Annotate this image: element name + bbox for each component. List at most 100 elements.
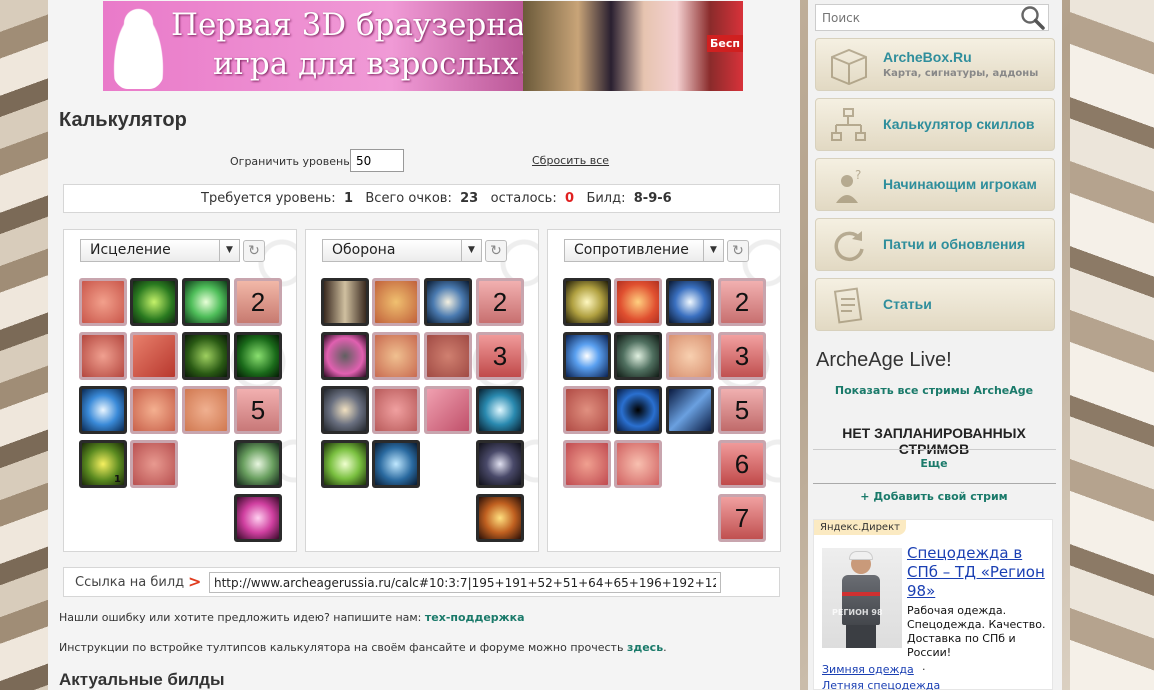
chevron-down-icon[interactable]: ▼ <box>461 240 481 261</box>
skill-slot[interactable] <box>372 440 420 488</box>
nav-articles[interactable]: Статьи <box>815 278 1055 331</box>
skill-tree-select[interactable]: Исцеление ▼ <box>80 239 240 262</box>
skill-rank-number: 5 <box>734 395 750 425</box>
worker-body <box>842 575 880 625</box>
skill-slot[interactable]: 7 <box>718 494 766 542</box>
embed-end: . <box>663 641 667 654</box>
skill-slot[interactable] <box>130 440 178 488</box>
skill-slot[interactable]: 5 <box>234 386 282 434</box>
points-left-value: 0 <box>564 191 575 206</box>
skill-slot[interactable] <box>563 386 611 434</box>
skill-slot[interactable]: 3 <box>718 332 766 380</box>
show-all-streams-link[interactable]: Показать все стримы ArcheAge <box>808 384 1060 397</box>
chevron-down-icon[interactable]: ▼ <box>219 240 239 261</box>
ad-title-link[interactable]: Спецодежда в СПб – ТД «Регион 98» <box>907 544 1051 601</box>
refresh-icon <box>834 231 864 262</box>
skill-slot[interactable] <box>563 332 611 380</box>
skill-slot[interactable] <box>234 494 282 542</box>
builds-heading: Актуальные билды <box>59 670 225 689</box>
skill-tree-name: Сопротивление <box>574 242 689 258</box>
skill-slot[interactable]: 2 <box>718 278 766 326</box>
skill-slot[interactable] <box>666 278 714 326</box>
nav-subtitle: Карта, сигнатуры, аддоны <box>883 68 1039 79</box>
skill-slot[interactable] <box>79 332 127 380</box>
skill-slot[interactable] <box>563 440 611 488</box>
skill-slot[interactable] <box>130 278 178 326</box>
build-info-bar: Требуется уровень: 1 Всего очков: 23 ост… <box>63 184 780 213</box>
skill-slot[interactable] <box>130 386 178 434</box>
ad-link-winter[interactable]: Зимняя одежда <box>822 663 914 676</box>
required-level-value: 1 <box>343 191 353 206</box>
search-icon[interactable] <box>1020 5 1046 31</box>
bug-report-text: Нашли ошибку или хотите предложить идею?… <box>59 611 422 624</box>
build-url-field[interactable] <box>209 572 721 593</box>
yandex-ad: Яндекс.Директ РЕГИОН 98 Спецодежда в СПб… <box>813 519 1053 690</box>
skill-slot[interactable] <box>79 278 127 326</box>
skill-slot[interactable] <box>614 386 662 434</box>
skill-tree-select[interactable]: Оборона ▼ <box>322 239 482 262</box>
chevron-down-icon[interactable]: ▼ <box>703 240 723 261</box>
skill-slot[interactable]: 1 <box>79 440 127 488</box>
skill-slot[interactable] <box>321 278 369 326</box>
ad-link-summer[interactable]: Летняя спецодежда <box>822 679 940 690</box>
skill-slot[interactable] <box>372 278 420 326</box>
add-stream-link[interactable]: + Добавить свой стрим <box>808 490 1060 503</box>
skill-slot[interactable] <box>234 332 282 380</box>
limit-label: Ограничить уровень: <box>230 155 354 168</box>
embed-here-link[interactable]: здесь <box>627 641 663 654</box>
nav-skill-calculator[interactable]: Калькулятор скиллов <box>815 98 1055 151</box>
skill-slot[interactable] <box>130 332 178 380</box>
background-right <box>1070 0 1154 690</box>
ad-photo[interactable]: РЕГИОН 98 <box>822 548 902 648</box>
skill-slot[interactable] <box>666 332 714 380</box>
skill-rank-number: 3 <box>734 341 750 371</box>
nav-patches[interactable]: Патчи и обновления <box>815 218 1055 271</box>
skill-slot[interactable]: 5 <box>718 386 766 434</box>
skill-slot[interactable]: 3 <box>476 332 524 380</box>
skill-slot[interactable] <box>424 386 472 434</box>
skill-slot[interactable]: 2 <box>234 278 282 326</box>
support-link[interactable]: тех-поддержка <box>425 611 525 624</box>
skill-slot[interactable] <box>666 386 714 434</box>
reset-all-link[interactable]: Сбросить все <box>532 154 609 167</box>
skill-slot[interactable] <box>424 278 472 326</box>
skill-slot[interactable]: 2 <box>476 278 524 326</box>
skill-slot[interactable] <box>321 440 369 488</box>
page-title: Калькулятор <box>59 109 187 131</box>
skill-tree-name: Оборона <box>332 242 396 258</box>
skill-tree-select[interactable]: Сопротивление ▼ <box>564 239 724 262</box>
ad-banner[interactable]: Первая 3D браузерная игра для взрослых! … <box>103 1 743 91</box>
skill-slot[interactable] <box>476 386 524 434</box>
reset-tree-icon[interactable]: ↻ <box>727 240 749 262</box>
embed-text: Инструкции по встройке тултипсов калькул… <box>59 641 624 654</box>
skill-slot[interactable] <box>476 440 524 488</box>
skill-slot[interactable] <box>182 332 230 380</box>
skill-slot[interactable] <box>182 278 230 326</box>
skill-rank-number: 5 <box>250 395 266 425</box>
nav-archebox[interactable]: ArcheBox.Ru Карта, сигнатуры, аддоны <box>815 38 1055 91</box>
skill-slot[interactable] <box>321 386 369 434</box>
skill-slot[interactable] <box>321 332 369 380</box>
level-limit-input[interactable] <box>350 149 404 172</box>
more-link[interactable]: Еще <box>808 457 1060 470</box>
nav-beginners[interactable]: ? Начинающим игрокам <box>815 158 1055 211</box>
skill-slot[interactable] <box>614 278 662 326</box>
skill-slot[interactable] <box>563 278 611 326</box>
skill-slot[interactable] <box>614 440 662 488</box>
skill-slot[interactable] <box>372 332 420 380</box>
reset-tree-icon[interactable]: ↻ <box>485 240 507 262</box>
worker-helmet <box>849 551 873 560</box>
skill-slot[interactable] <box>182 386 230 434</box>
document-icon <box>833 287 863 324</box>
skill-slot[interactable] <box>79 386 127 434</box>
nav-title: Начинающим игрокам <box>883 176 1037 192</box>
skill-slot[interactable] <box>372 386 420 434</box>
skill-slot[interactable] <box>234 440 282 488</box>
reset-tree-icon[interactable]: ↻ <box>243 240 265 262</box>
skill-slot[interactable] <box>424 332 472 380</box>
skill-slot[interactable] <box>476 494 524 542</box>
tree-diagram-icon <box>831 108 866 141</box>
search-input[interactable] <box>815 4 1049 31</box>
skill-slot[interactable] <box>614 332 662 380</box>
skill-slot[interactable]: 6 <box>718 440 766 488</box>
